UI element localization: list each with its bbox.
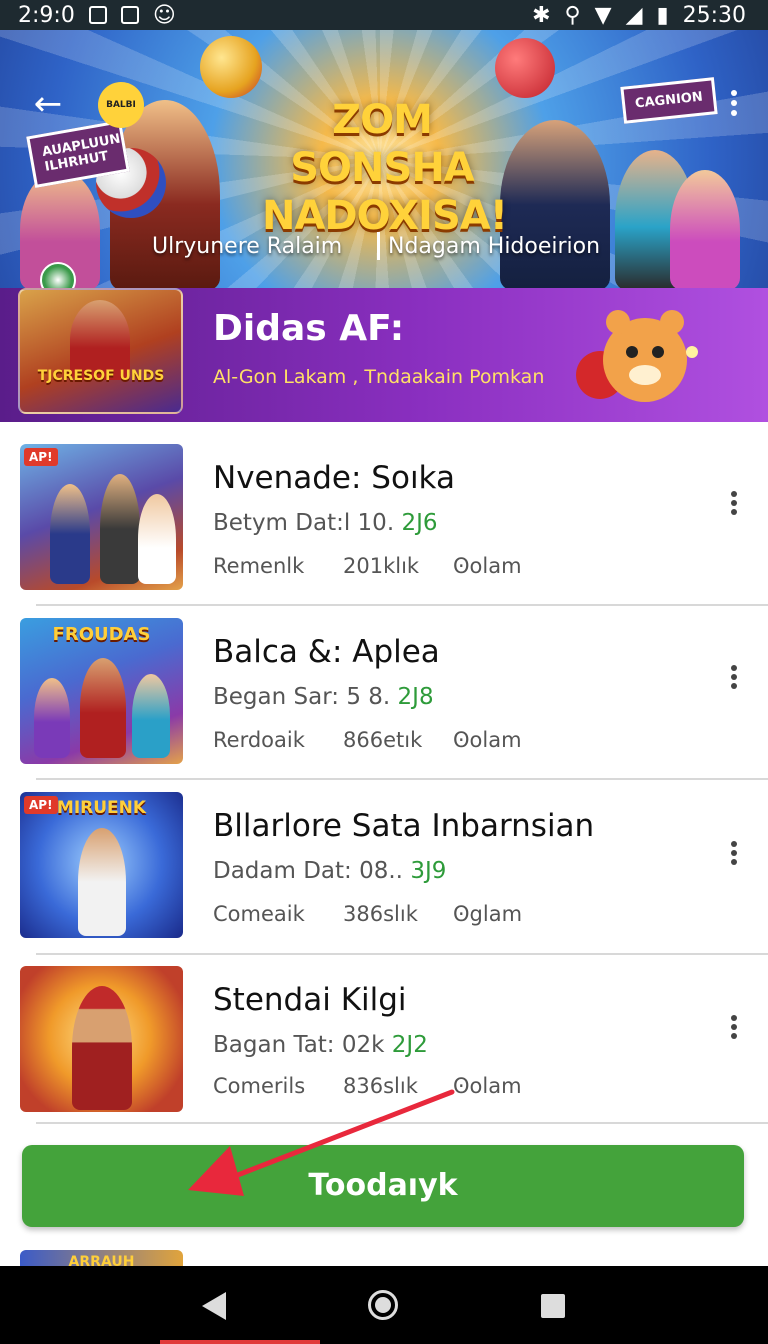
hero-character-right [500, 120, 610, 288]
list-item-stat-rating: Ꙩolam [453, 1074, 522, 1098]
list-item-stats: Remenlk 201klık Ꙩolam [213, 554, 522, 578]
list-item-title: Nvenade: Soıka [213, 460, 455, 496]
list-divider [36, 604, 768, 606]
list-divider [36, 953, 768, 955]
wifi-icon: ▼ [594, 2, 612, 28]
list-item-stat-category: Remenlk [213, 554, 305, 578]
hero-banner: AUAPLUUN ILHRHUT CAGNION BALBI ← ZOM SON… [0, 30, 768, 288]
list-item-stat-rating: Ꙩglam [453, 902, 523, 926]
list-divider [36, 778, 768, 780]
list-item-stat-category: Comeaik [213, 902, 305, 926]
more-options-button[interactable] [726, 86, 742, 122]
list-item-title: Stendai Kilgi [213, 982, 407, 1018]
promo-thumbnail: TJCRESOF UNDS [18, 288, 183, 414]
list-item[interactable]: AP! Nvenade: Soıka Betym Dat:l 10. 2J6 R… [0, 444, 768, 618]
nav-indicator [160, 1340, 320, 1344]
list-item-more-button[interactable] [726, 662, 742, 698]
list-item-stat-rating: Ꙩolam [453, 728, 522, 752]
list-item-stats: Comeaik 386slık Ꙩglam [213, 902, 522, 926]
list-item-date: Dadam Dat: 08.. [213, 858, 403, 884]
app-notification-icon: ☺ [152, 2, 176, 28]
nav-back-icon[interactable] [202, 1292, 226, 1320]
list-item-title: Bllarlore Sata Inbarnsian [213, 808, 595, 844]
list-item-version: 3J9 [410, 858, 447, 884]
list-item-stat-category: Rerdoaik [213, 728, 305, 752]
battery-icon: ▮ [656, 2, 669, 28]
hero-subtitle-right: Ndagam Hidoeirion [388, 234, 601, 259]
list-item-version: 2J8 [397, 684, 434, 710]
list-item-stats: Comerils 836slık Ꙩolam [213, 1074, 522, 1098]
list-item-more-button[interactable] [726, 1012, 742, 1048]
primary-action-button[interactable]: Toodaıyk [22, 1145, 744, 1227]
list-item-thumbnail: AP! [20, 444, 183, 590]
list-item[interactable]: Stendai Kilgi Bagan Tat: 02k 2J2 Comeril… [0, 966, 768, 1140]
list-item-stat-downloads: 866etık [343, 728, 423, 752]
list-item-thumbnail-text: FROUDAS [52, 624, 151, 645]
balloon-character-icon [495, 38, 555, 98]
list-item-more-button[interactable] [726, 838, 742, 874]
list-item[interactable]: FROUDAS Balca &: Aplea Began Sar: 5 8. 2… [0, 618, 768, 792]
download-icon [120, 6, 139, 24]
back-button[interactable]: ← [28, 84, 68, 124]
status-time-left: 2:9:0 [18, 2, 75, 28]
promo-title: Didas AF: [213, 308, 405, 349]
list-item-stat-downloads: 836slık [343, 1074, 418, 1098]
bluetooth-icon: ✱ [532, 2, 551, 28]
list-item-date: Betym Dat:l 10. [213, 510, 395, 536]
list-divider [36, 1122, 768, 1124]
list-item-thumbnail [20, 966, 183, 1112]
list-item-stat-downloads: 201klık [343, 554, 420, 578]
list-item-thumbnail: FROUDAS [20, 618, 183, 764]
list-item[interactable]: AP! MIRUENK Bllarlore Sata Inbarnsian Da… [0, 792, 768, 966]
status-bar: 2:9:0 ☺ ✱ ⚲ ▼ ◢ ▮ 25:30 [0, 0, 768, 30]
list-item-meta: Bagan Tat: 02k 2J2 [213, 1032, 428, 1058]
hero-badge: BALBI [98, 82, 144, 128]
signal-icon: ◢ [625, 2, 643, 28]
list-item-meta: Dadam Dat: 08.. 3J9 [213, 858, 446, 884]
list-item-badge: AP! [24, 448, 58, 466]
list-item-date: Began Sar: 5 8. [213, 684, 391, 710]
nav-recents-icon[interactable] [541, 1294, 565, 1318]
list-item-more-button[interactable] [726, 488, 742, 524]
list-item-version: 2J2 [391, 1032, 428, 1058]
notification-icon [88, 6, 107, 24]
list-item-version: 2J6 [401, 510, 438, 536]
promo-thumbnail-text: TJCRESOF UNDS [37, 368, 165, 384]
list-item-stats: Rerdoaik 866etık Ꙩolam [213, 728, 522, 752]
nav-home-icon[interactable] [368, 1290, 398, 1320]
mascot-icon [576, 310, 698, 402]
hero-subtitle-divider [377, 232, 380, 260]
ball-icon-top [200, 36, 262, 98]
list-item-thumbnail: AP! MIRUENK [20, 792, 183, 938]
hero-title: ZOM SONSHA NADOXISA! [262, 97, 508, 239]
list-item-stat-rating: Ꙩolam [453, 554, 522, 578]
location-icon: ⚲ [564, 2, 581, 28]
status-time-right: 25:30 [682, 2, 746, 28]
list-item-stat-downloads: 386slık [343, 902, 418, 926]
list-item-title: Balca &: Aplea [213, 634, 440, 670]
hero-subtitle-left: Ulryunere Ralaim [152, 234, 343, 259]
list-item-date: Bagan Tat: 02k [213, 1032, 385, 1058]
list-item-meta: Betym Dat:l 10. 2J6 [213, 510, 438, 536]
list-item-thumbnail-text: MIRUENK [56, 798, 147, 818]
list-item-stat-category: Comerils [213, 1074, 306, 1098]
promo-subtitle: Al-Gon Lakam , Tndaakain Pomkan [213, 366, 545, 388]
hero-character-kid [670, 170, 740, 288]
list-item-meta: Began Sar: 5 8. 2J8 [213, 684, 434, 710]
